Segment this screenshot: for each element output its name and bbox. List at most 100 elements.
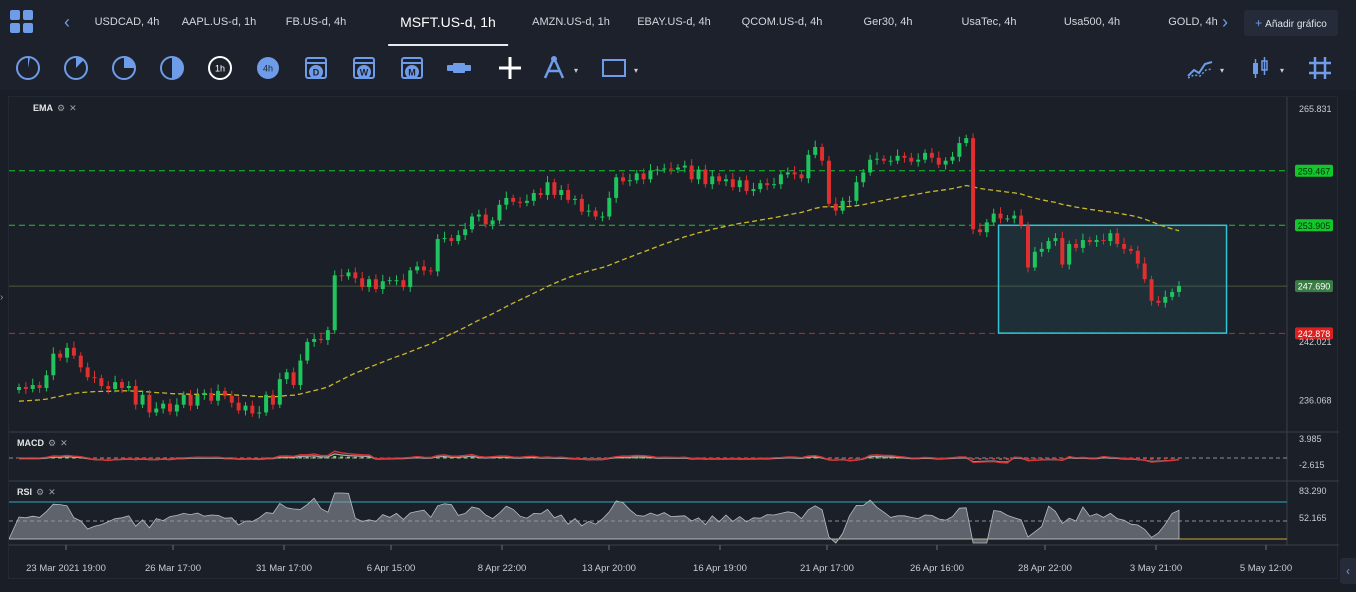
macd-histogram-bar (848, 458, 852, 460)
x-tick-label: 8 Apr 22:00 (478, 563, 527, 574)
candle (367, 275, 372, 292)
drawing-tools-icon[interactable] (540, 54, 568, 82)
close-icon[interactable]: ✕ (48, 487, 56, 497)
macd-histogram-bar (99, 458, 103, 460)
macd-histogram-bar (985, 458, 989, 460)
tabs-left-arrow-icon[interactable]: ‹ (60, 12, 74, 32)
settings-icon[interactable]: ⚙ (36, 487, 44, 497)
candle (291, 367, 296, 389)
dropdown-caret-icon[interactable]: ▾ (1220, 66, 1228, 75)
candle (243, 402, 248, 416)
candle (380, 274, 385, 294)
macd-histogram-bar (353, 456, 357, 459)
candle (58, 350, 63, 362)
candle (270, 389, 275, 410)
tab-10[interactable]: GOLD, 4h (1168, 0, 1218, 46)
tab-0[interactable]: USDCAD, 4h (95, 0, 160, 46)
collapse-panel-icon[interactable]: ‹ (1340, 558, 1356, 584)
timeframe-M-icon[interactable]: M (398, 54, 426, 82)
chart-area[interactable]: 259.467 253.905 247.690 242.878 265.831 242.0… (8, 96, 1339, 580)
candle (147, 389, 152, 418)
x-tick-label: 28 Apr 22:00 (1018, 563, 1072, 574)
add-chart-button[interactable]: + Añadir gráfico (1244, 10, 1338, 36)
price-chart[interactable]: 259.467253.905247.690242.878265.831242.0… (9, 97, 1339, 580)
dropdown-caret-icon[interactable]: ▾ (1280, 66, 1288, 75)
tab-4[interactable]: AMZN.US-d, 1h (532, 0, 610, 46)
settings-icon[interactable]: ⚙ (57, 103, 65, 113)
candle (792, 166, 797, 180)
tab-9[interactable]: Usa500, 4h (1064, 0, 1120, 46)
candle (216, 384, 221, 406)
candle (415, 261, 420, 274)
candle (360, 271, 365, 291)
timeframe-1m-icon[interactable] (14, 54, 42, 82)
rsi-label: RSI ⚙ ✕ (17, 487, 56, 498)
candle (840, 197, 845, 215)
timeframe-D-icon[interactable]: D (302, 54, 330, 82)
candle (456, 230, 461, 245)
candle (559, 185, 564, 200)
candle (71, 341, 76, 360)
tab-6[interactable]: QCOM.US-d, 4h (742, 0, 823, 46)
tab-3[interactable]: MSFT.US-d, 1h (388, 0, 508, 46)
candle (421, 260, 426, 276)
candle (971, 133, 976, 235)
candle (964, 134, 969, 147)
candle (847, 195, 852, 206)
candle (470, 213, 475, 233)
chart-type-icon[interactable] (1246, 54, 1274, 82)
dropdown-caret-icon[interactable]: ▾ (634, 66, 642, 75)
tab-7[interactable]: Ger30, 4h (864, 0, 913, 46)
indicators-icon[interactable] (1186, 54, 1214, 82)
macd-histogram-bar (360, 457, 364, 459)
tab-2[interactable]: FB.US-d, 4h (286, 0, 347, 46)
candle (497, 199, 502, 224)
close-icon[interactable]: ✕ (60, 438, 68, 448)
candle (277, 372, 282, 409)
macd-histogram-bar (1143, 458, 1147, 460)
timeframe-30m-icon[interactable] (158, 54, 186, 82)
settings-icon[interactable]: ⚙ (48, 438, 56, 448)
macd-histogram-bar (834, 458, 838, 460)
crosshair-icon[interactable] (496, 54, 524, 82)
measure-icon[interactable] (445, 54, 473, 82)
candle (78, 352, 83, 373)
candle (854, 175, 859, 205)
candle (346, 268, 351, 280)
grid-layout-icon[interactable] (10, 10, 34, 34)
candle (861, 169, 866, 188)
tabs-right-arrow-icon[interactable]: › (1218, 12, 1232, 32)
side-expand-icon[interactable]: › (0, 292, 3, 303)
candle (298, 354, 303, 390)
close-icon[interactable]: ✕ (69, 103, 77, 113)
candle (168, 398, 173, 415)
timeframe-4h-icon[interactable]: 4h (254, 54, 282, 82)
dropdown-caret-icon[interactable]: ▾ (574, 66, 582, 75)
timeframe-5m-icon[interactable] (62, 54, 90, 82)
candle (703, 164, 708, 188)
rectangle-tool-icon[interactable] (600, 54, 628, 82)
candle (23, 382, 28, 394)
candle (140, 391, 145, 409)
candle (511, 194, 516, 206)
candle (778, 170, 783, 190)
x-tick-label: 31 Mar 17:00 (256, 563, 312, 574)
candle (751, 182, 756, 196)
candle (572, 195, 577, 205)
tab-1[interactable]: AAPL.US-d, 1h (182, 0, 257, 46)
grid-toggle-icon[interactable] (1306, 54, 1334, 82)
candle (772, 177, 777, 189)
timeframe-W-icon[interactable]: W (350, 54, 378, 82)
candle (504, 191, 509, 210)
ema-label-text: EMA (33, 103, 53, 113)
timeframe-1h-icon[interactable]: 1h (206, 54, 234, 82)
timeframe-15m-icon[interactable] (110, 54, 138, 82)
candle (634, 169, 639, 184)
candle (929, 147, 934, 163)
tab-5[interactable]: EBAY.US-d, 4h (637, 0, 711, 46)
macd-histogram-bar (992, 458, 996, 460)
candle (161, 400, 166, 414)
tab-8[interactable]: UsaTec, 4h (961, 0, 1016, 46)
candle (579, 193, 584, 216)
rsi-tick-label: 83.290 (1299, 486, 1327, 496)
